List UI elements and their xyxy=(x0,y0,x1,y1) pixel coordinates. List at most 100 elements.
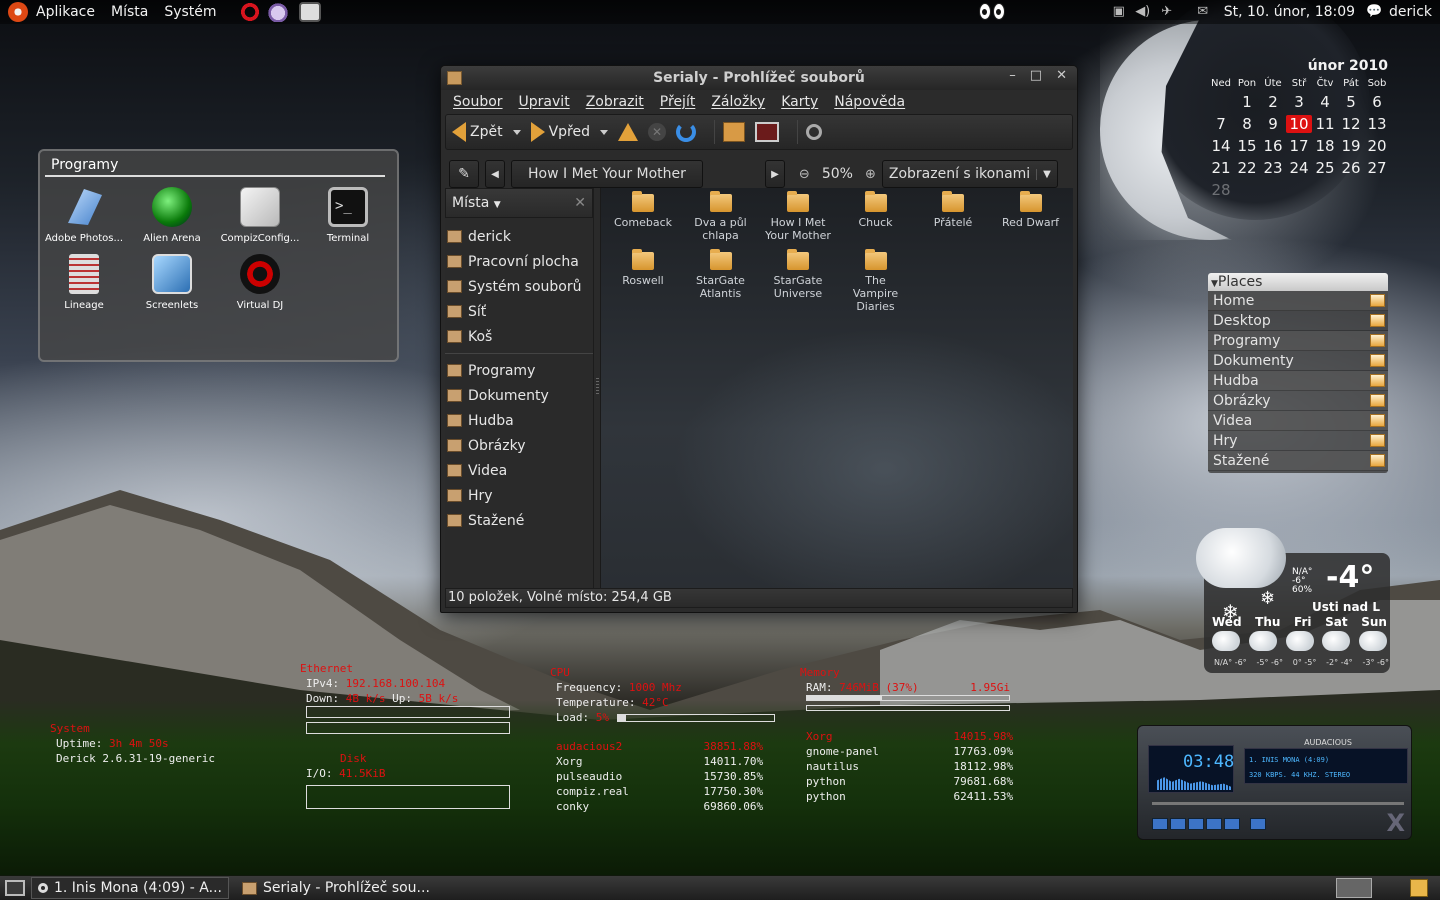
user-menu[interactable]: derick xyxy=(1389,4,1432,20)
menu-applications[interactable]: Aplikace xyxy=(28,4,103,20)
back-button[interactable]: Zpět xyxy=(452,122,521,142)
menu-edit[interactable]: Upravit xyxy=(511,94,578,110)
menu-system[interactable]: Systém xyxy=(156,4,224,20)
calendar-day[interactable]: 20 xyxy=(1364,137,1390,155)
folder-item[interactable]: StarGate Universe xyxy=(759,246,837,300)
calendar-day[interactable]: 14 xyxy=(1208,137,1234,155)
sidebar-item[interactable]: Stažené xyxy=(445,508,593,533)
forward-button[interactable]: Vpřed xyxy=(530,122,609,142)
sidebar-item[interactable]: Síť xyxy=(445,299,593,324)
places-item[interactable]: Obrázky xyxy=(1208,391,1388,411)
calendar-day[interactable]: 28 xyxy=(1208,181,1234,199)
folder-item[interactable]: Roswell xyxy=(604,246,682,287)
calendar-day[interactable]: 27 xyxy=(1364,159,1390,177)
calendar-day[interactable]: 4 xyxy=(1312,93,1338,111)
calendar-day[interactable]: 26 xyxy=(1338,159,1364,177)
menu-tabs[interactable]: Karty xyxy=(773,94,826,110)
close-sidebar-icon[interactable]: ✕ xyxy=(574,195,586,211)
menu-go[interactable]: Přejít xyxy=(652,94,704,110)
trash-icon[interactable] xyxy=(1410,879,1428,897)
volume-icon[interactable]: ◀) xyxy=(1134,4,1152,20)
menu-view[interactable]: Zobrazit xyxy=(578,94,652,110)
places-item[interactable]: Hry xyxy=(1208,431,1388,451)
seek-bar[interactable] xyxy=(1152,802,1404,805)
previous-icon[interactable] xyxy=(1152,818,1168,830)
sidebar-item[interactable]: Dokumenty xyxy=(445,383,593,408)
calendar-day[interactable]: 9 xyxy=(1260,115,1286,133)
zoom-out-icon[interactable]: ⊖ xyxy=(799,167,810,182)
app-screenlets[interactable]: Screenlets xyxy=(128,254,216,311)
maximize-icon[interactable]: □ xyxy=(1030,68,1042,83)
next-icon[interactable] xyxy=(1224,818,1240,830)
file-icon-view[interactable]: Comeback Dva a půl chlapa How I Met Your Mot… xyxy=(601,188,1073,590)
calendar-day[interactable]: 17 xyxy=(1286,137,1312,155)
folder-item[interactable]: Přátelé xyxy=(914,188,992,229)
edit-location-button[interactable]: ✎ xyxy=(449,160,479,188)
calendar-day[interactable]: 11 xyxy=(1312,115,1338,133)
calendar-day[interactable]: 15 xyxy=(1234,137,1260,155)
computer-button[interactable] xyxy=(755,122,780,142)
sidebar-item[interactable]: derick xyxy=(445,224,593,249)
calendar-day[interactable]: 1 xyxy=(1234,93,1260,111)
workspace-switcher[interactable] xyxy=(1336,878,1372,898)
calendar-day[interactable]: 13 xyxy=(1364,115,1390,133)
window-titlebar[interactable]: Serialy - Prohlížeč souborů – □ ✕ xyxy=(441,66,1077,90)
app-virtual-dj[interactable]: Virtual DJ xyxy=(216,254,304,311)
places-item[interactable]: Hudba xyxy=(1208,371,1388,391)
view-mode-select[interactable]: Zobrazení s ikonami ▼ xyxy=(881,160,1058,188)
stop-button[interactable]: ✕ xyxy=(648,123,667,141)
calendar-day[interactable]: 25 xyxy=(1312,159,1338,177)
menu-places[interactable]: Místa xyxy=(103,4,156,20)
clock[interactable]: St, 10. únor, 18:09 xyxy=(1224,4,1355,20)
folder-item[interactable]: Dva a půl chlapa xyxy=(682,188,760,242)
opera-icon[interactable] xyxy=(238,2,261,22)
chevron-down-icon[interactable] xyxy=(512,129,521,135)
places-item[interactable]: Programy xyxy=(1208,331,1388,351)
folder-item[interactable]: The Vampire Diaries xyxy=(837,246,915,313)
app-lineage[interactable]: Lineage xyxy=(40,254,128,311)
calendar-day[interactable]: 3 xyxy=(1286,93,1312,111)
taskbar-item-audacious[interactable]: 1. Inis Mona (4:09) - A... xyxy=(31,877,229,899)
folder-item[interactable]: Red Dwarf xyxy=(992,188,1070,229)
sidebar-item[interactable]: Programy xyxy=(445,358,593,383)
menu-file[interactable]: Soubor xyxy=(445,94,511,110)
path-button-current[interactable]: How I Met Your Mother xyxy=(511,160,703,188)
path-right-button[interactable]: ▶ xyxy=(764,160,785,188)
calendar-day[interactable]: 5 xyxy=(1338,93,1364,111)
sidebar-item[interactable]: Systém souborů xyxy=(445,274,593,299)
mail-icon[interactable]: ✉ xyxy=(1194,4,1212,20)
terminal-launcher-icon[interactable] xyxy=(298,2,321,22)
folder-item[interactable]: Chuck xyxy=(837,188,915,229)
calendar-day[interactable]: 7 xyxy=(1208,115,1234,133)
sidebar-item[interactable]: Obrázky xyxy=(445,433,593,458)
calendar-day[interactable]: 23 xyxy=(1260,159,1286,177)
close-icon[interactable]: ✕ xyxy=(1056,68,1067,83)
pause-icon[interactable] xyxy=(1188,818,1204,830)
chat-status-icon[interactable]: 💬 xyxy=(1365,4,1383,20)
up-button[interactable] xyxy=(618,123,639,141)
calendar-day[interactable]: 16 xyxy=(1260,137,1286,155)
folder-item[interactable]: StarGate Atlantis xyxy=(682,246,760,300)
sidebar-header[interactable]: Místa ▼ ✕ xyxy=(445,188,593,218)
eject-icon[interactable] xyxy=(1250,818,1266,830)
ubuntu-logo-icon[interactable] xyxy=(8,2,28,22)
app-alien-arena[interactable]: Alien Arena xyxy=(128,187,216,244)
pidgin-icon[interactable] xyxy=(266,2,289,22)
chevron-down-icon[interactable] xyxy=(600,129,609,135)
sidebar-item[interactable]: Hry xyxy=(445,483,593,508)
menu-help[interactable]: Nápověda xyxy=(826,94,913,110)
taskbar-item-file-manager[interactable]: Serialy - Prohlížeč sou... xyxy=(235,877,437,899)
app-photoshop[interactable]: Adobe Photos... xyxy=(40,187,128,244)
calendar-day[interactable]: 10 xyxy=(1286,115,1312,133)
show-desktop-icon[interactable] xyxy=(5,880,25,896)
app-terminal[interactable]: >_ Terminal xyxy=(304,187,392,244)
calendar-day[interactable]: 2 xyxy=(1260,93,1286,111)
folder-item[interactable]: Comeback xyxy=(604,188,682,229)
calendar-day[interactable]: 24 xyxy=(1286,159,1312,177)
calendar-day[interactable]: 18 xyxy=(1312,137,1338,155)
minimize-icon[interactable]: – xyxy=(1009,68,1016,83)
path-left-button[interactable]: ◀ xyxy=(485,160,505,188)
places-item[interactable]: Desktop xyxy=(1208,311,1388,331)
sidebar-item[interactable]: Pracovní plocha xyxy=(445,249,593,274)
stop-icon[interactable] xyxy=(1206,818,1222,830)
